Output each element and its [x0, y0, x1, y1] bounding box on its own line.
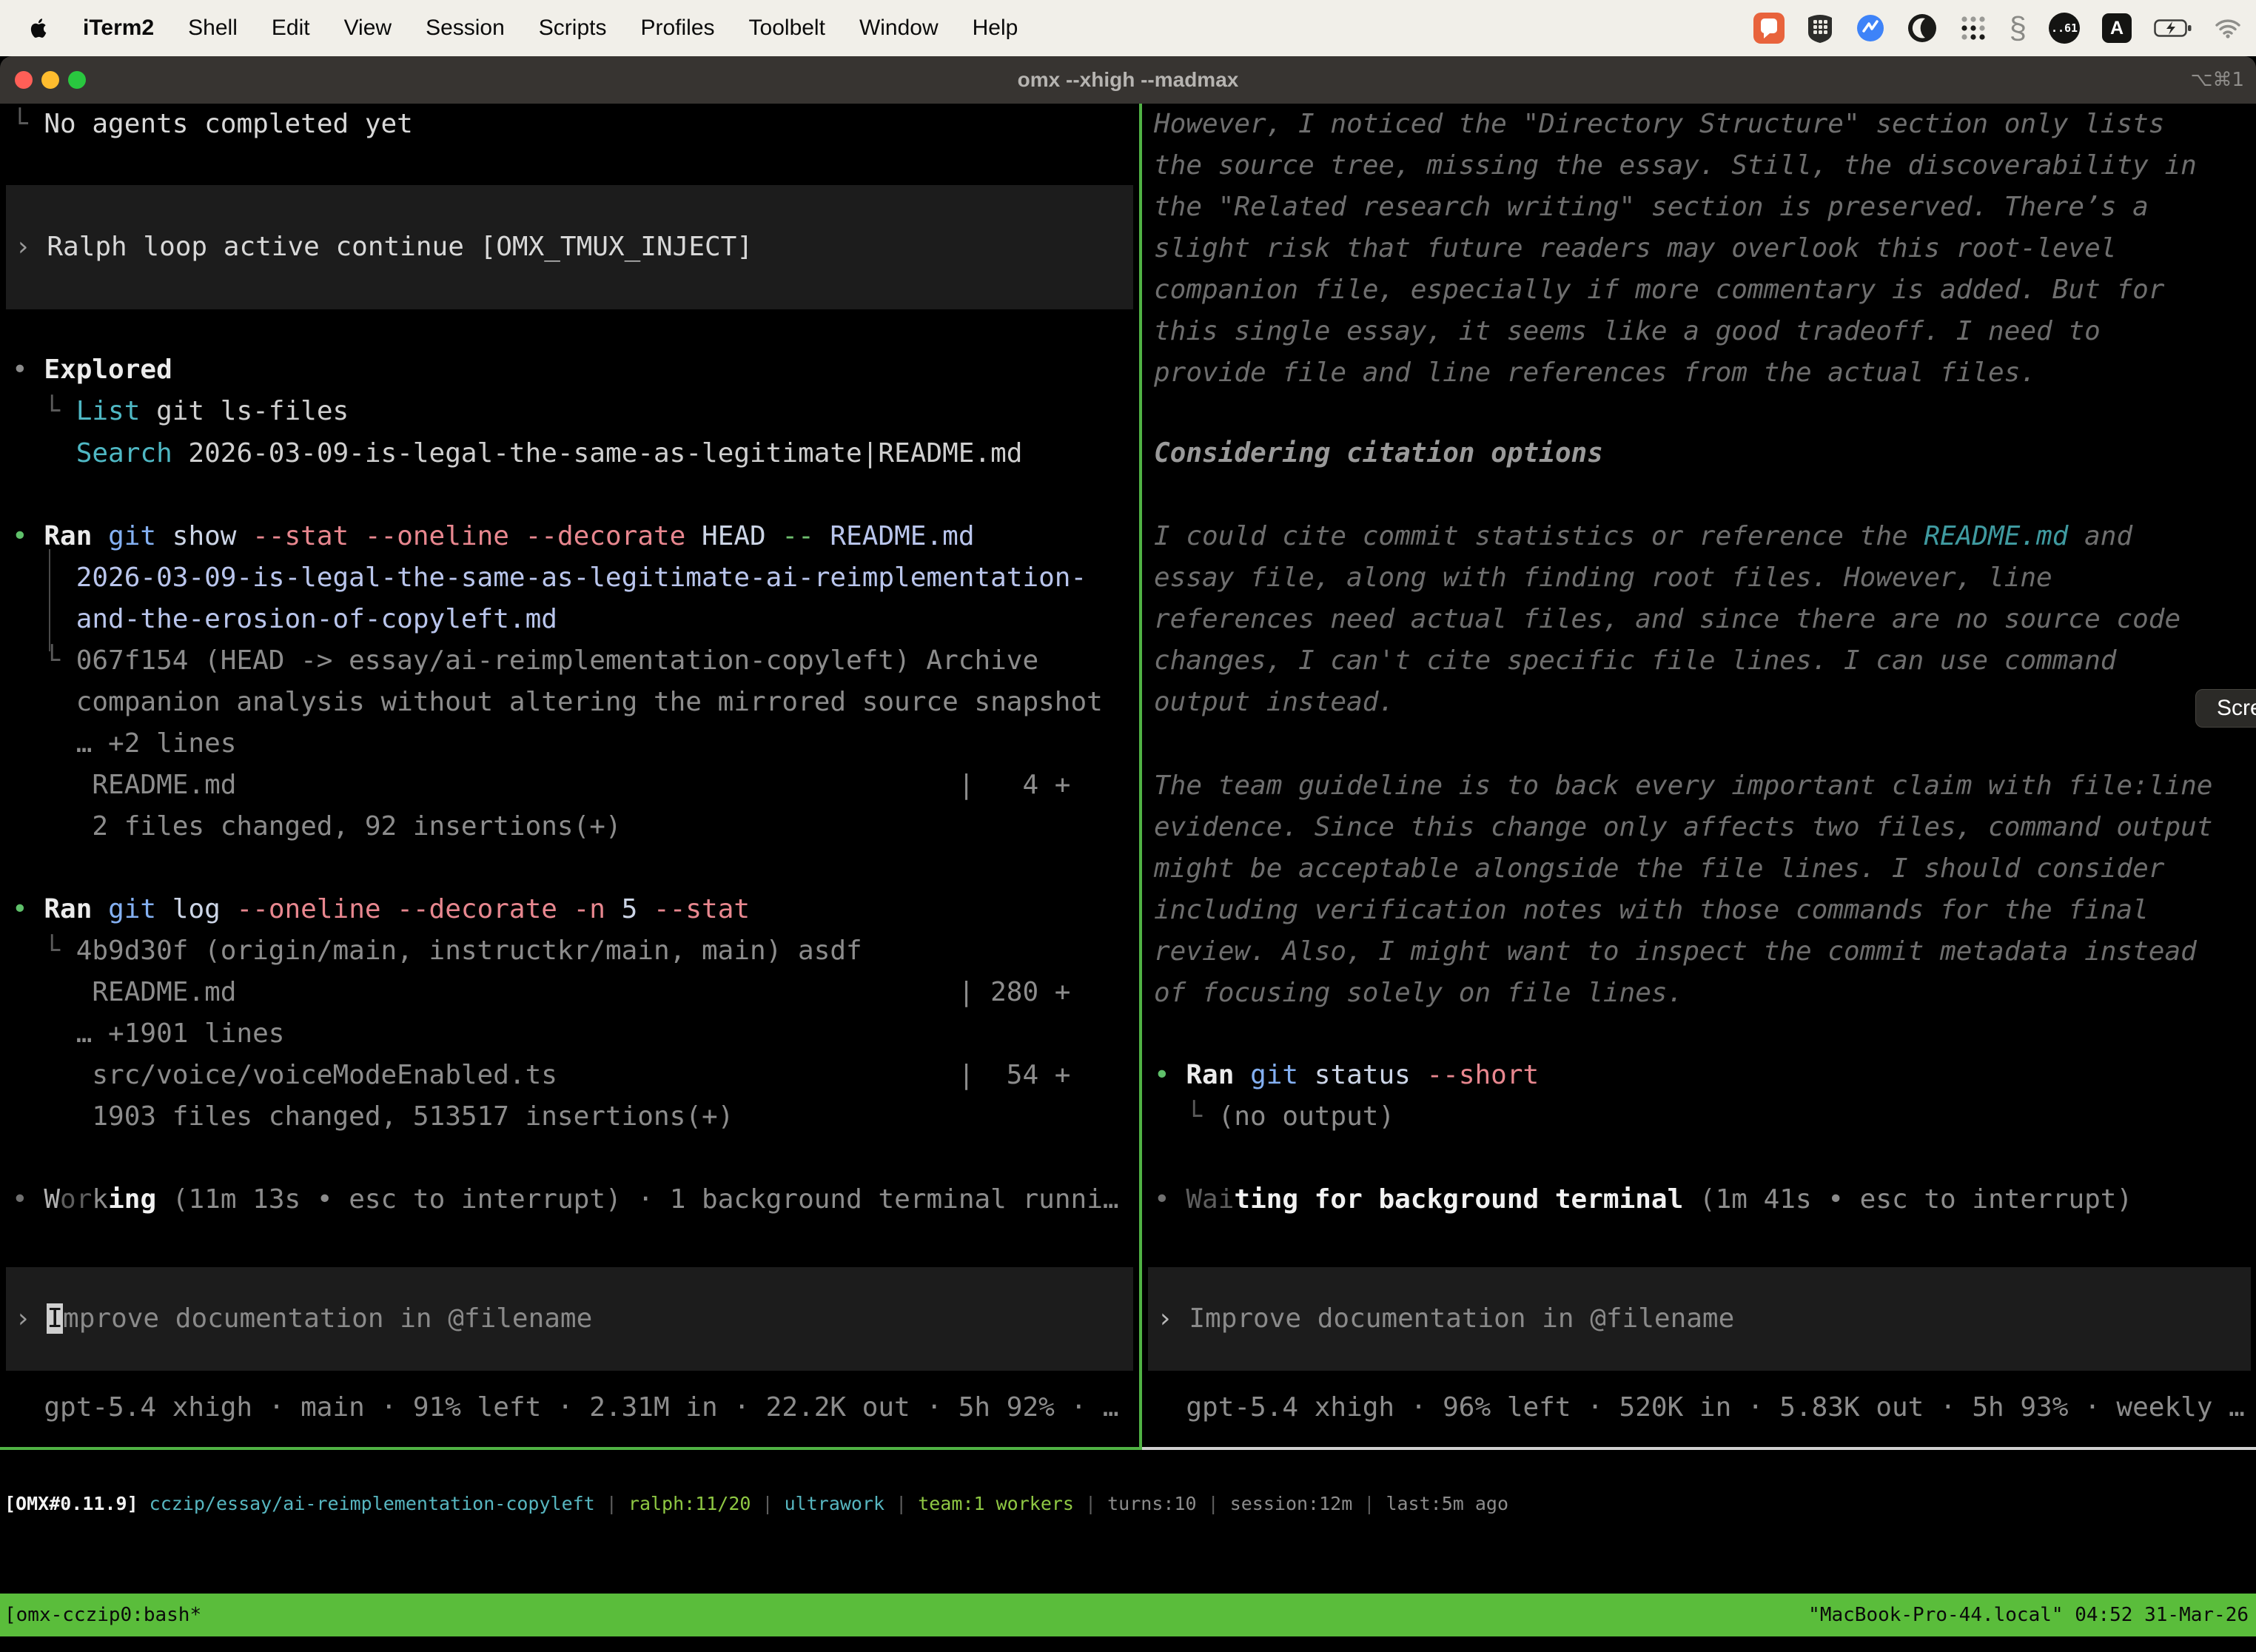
terminal-body: └ No agents completed yet › Ralph loop a…	[0, 104, 2256, 1652]
blue-badge-icon[interactable]	[1856, 13, 1885, 43]
menu-item-iterm2[interactable]: iTerm2	[83, 16, 154, 41]
screenshot-button-label: Scre	[2217, 696, 2256, 721]
thinking-line: essay file, along with finding root file…	[1154, 557, 2052, 599]
working-status-line: • Working (11m 13s • esc to interrupt) ·…	[12, 1179, 1119, 1220]
apple-icon[interactable]	[28, 16, 50, 41]
battery-icon[interactable]	[2154, 18, 2192, 38]
thinking-line: the source tree, missing the essay. Stil…	[1154, 145, 2197, 187]
command-output-line: src/voice/voiceModeEnabled.ts | 54 +	[12, 1055, 1070, 1096]
thinking-line: changes, I can't cite specific file line…	[1154, 640, 2116, 682]
window-shortcut-hint: ⌥⌘1	[2190, 56, 2244, 104]
wifi-icon[interactable]	[2215, 18, 2241, 38]
thinking-line: references need actual files, and since …	[1154, 599, 2181, 640]
agents-status-line: └ No agents completed yet	[12, 104, 413, 145]
dots-grid-icon[interactable]	[1959, 14, 1987, 42]
thinking-line: output instead.	[1154, 682, 1394, 723]
moon-icon[interactable]	[1907, 13, 1937, 43]
command-line-git-status: • Ran git status --short	[1154, 1055, 1539, 1096]
thinking-heading: Considering citation options	[1154, 433, 1603, 474]
model-status-line-left: gpt-5.4 xhigh · main · 91% left · 2.31M …	[12, 1387, 1119, 1428]
window-title: omx --xhigh --madmax	[0, 56, 2256, 104]
menu-bar: iTerm2 Shell Edit View Session Scripts P…	[0, 0, 2256, 56]
inactive-pane-border	[1142, 1447, 2256, 1450]
thinking-line: the "Related research writing" section i…	[1154, 187, 2149, 228]
command-output-line: 2 files changed, 92 insertions(+)	[12, 806, 622, 847]
command-output-line: … +2 lines	[12, 723, 236, 765]
thinking-line: this single essay, it seems like a good …	[1154, 311, 2101, 352]
prompt-input-left-text: › Improve documentation in @filename	[6, 1298, 592, 1340]
thinking-line: review. Also, I might want to inspect th…	[1154, 931, 2197, 973]
tmux-host-clock: "MacBook-Pro-44.local" 04:52 31-Mar-26	[1808, 1594, 2249, 1636]
active-pane-border	[0, 1447, 1142, 1450]
left-agent-pane: └ No agents completed yet › Ralph loop a…	[0, 104, 1139, 1447]
thinking-line: slight risk that future readers may over…	[1154, 228, 2116, 269]
prompt-input-right-text: › Improve documentation in @filename	[1148, 1298, 1734, 1340]
s-hook-icon[interactable]: §	[2010, 13, 2027, 44]
screenshot-button[interactable]: Scre	[2195, 689, 2256, 728]
command-line-git-show: • Ran git show --stat --oneline --decora…	[12, 516, 975, 557]
menu-item-scripts[interactable]: Scripts	[539, 16, 607, 41]
menu-bar-status-icons: § ..61 A	[1753, 13, 2256, 44]
thinking-line: The team guideline is to back every impo…	[1154, 765, 2212, 807]
command-output-line: └ 4b9d30f (origin/main, instructkr/main,…	[12, 930, 862, 972]
command-output-line: companion analysis without altering the …	[12, 682, 1103, 723]
prompt-input-right[interactable]: › Improve documentation in @filename	[1148, 1267, 2251, 1371]
explored-search-line: Search 2026-03-09-is-legal-the-same-as-l…	[12, 433, 1022, 474]
waiting-status-line: • Waiting for background terminal (1m 41…	[1154, 1179, 2132, 1220]
menu-item-window[interactable]: Window	[859, 16, 939, 41]
thinking-line: However, I noticed the "Directory Struct…	[1154, 104, 2164, 145]
command-output-line: 1903 files changed, 513517 insertions(+)	[12, 1096, 733, 1138]
command-output-line: └ (no output)	[1154, 1096, 1394, 1138]
timer-badge-icon[interactable]: ..61	[2049, 13, 2080, 44]
menu-item-toolbelt[interactable]: Toolbelt	[749, 16, 825, 41]
menu-item-view[interactable]: View	[344, 16, 392, 41]
command-output-line: README.md | 280 +	[12, 972, 1070, 1013]
tmux-status-bar: [omx-cczip0:bash* "MacBook-Pro-44.local"…	[0, 1594, 2256, 1636]
right-agent-pane: However, I noticed the "Directory Struct…	[1142, 104, 2256, 1447]
thinking-line: including verification notes with those …	[1154, 890, 2149, 931]
menu-item-profiles[interactable]: Profiles	[640, 16, 714, 41]
window-title-bar: omx --xhigh --madmax ⌥⌘1	[0, 56, 2256, 104]
ralph-loop-banner: › Ralph loop active continue [OMX_TMUX_I…	[6, 185, 1133, 309]
thinking-line: companion file, especially if more comme…	[1154, 269, 2164, 311]
screen: iTerm2 Shell Edit View Session Scripts P…	[0, 0, 2256, 1652]
command-arg-wrap-line: and-the-erosion-of-copyleft.md	[12, 599, 557, 640]
command-output-line: … +1901 lines	[12, 1013, 284, 1055]
keypad-shield-icon[interactable]	[1807, 13, 1833, 43]
tmux-session-label[interactable]: [omx-cczip0:bash*	[4, 1594, 201, 1636]
thinking-line: might be acceptable alongside the file l…	[1154, 848, 2164, 890]
thinking-line: I could cite commit statistics or refere…	[1154, 516, 2132, 557]
command-output-line: README.md | 4 +	[12, 765, 1070, 806]
menu-item-session[interactable]: Session	[426, 16, 505, 41]
ralph-loop-text: › Ralph loop active continue [OMX_TMUX_I…	[6, 226, 753, 268]
thinking-line: evidence. Since this change only affects…	[1154, 807, 2212, 848]
omx-status-line: [OMX#0.11.9] cczip/essay/ai-reimplementa…	[4, 1485, 1508, 1522]
explored-header: • Explored	[12, 349, 172, 391]
command-line-git-log: • Ran git log --oneline --decorate -n 5 …	[12, 889, 750, 930]
menu-item-edit[interactable]: Edit	[272, 16, 310, 41]
prompt-input-left[interactable]: › Improve documentation in @filename	[6, 1267, 1133, 1371]
explored-list-line: └ List git ls-files	[12, 391, 349, 432]
chat-app-icon[interactable]	[1753, 13, 1785, 44]
thinking-line: provide file and line references from th…	[1154, 352, 2036, 394]
menu-item-shell[interactable]: Shell	[188, 16, 238, 41]
command-arg-wrap-line: 2026-03-09-is-legal-the-same-as-legitima…	[12, 557, 1087, 599]
model-status-line-right: gpt-5.4 xhigh · 96% left · 520K in · 5.8…	[1154, 1387, 2245, 1428]
menu-item-help[interactable]: Help	[973, 16, 1018, 41]
command-output-line: └ 067f154 (HEAD -> essay/ai-reimplementa…	[12, 640, 1038, 682]
input-source-icon[interactable]: A	[2102, 13, 2132, 43]
thinking-line: of focusing solely on file lines.	[1154, 973, 1683, 1014]
